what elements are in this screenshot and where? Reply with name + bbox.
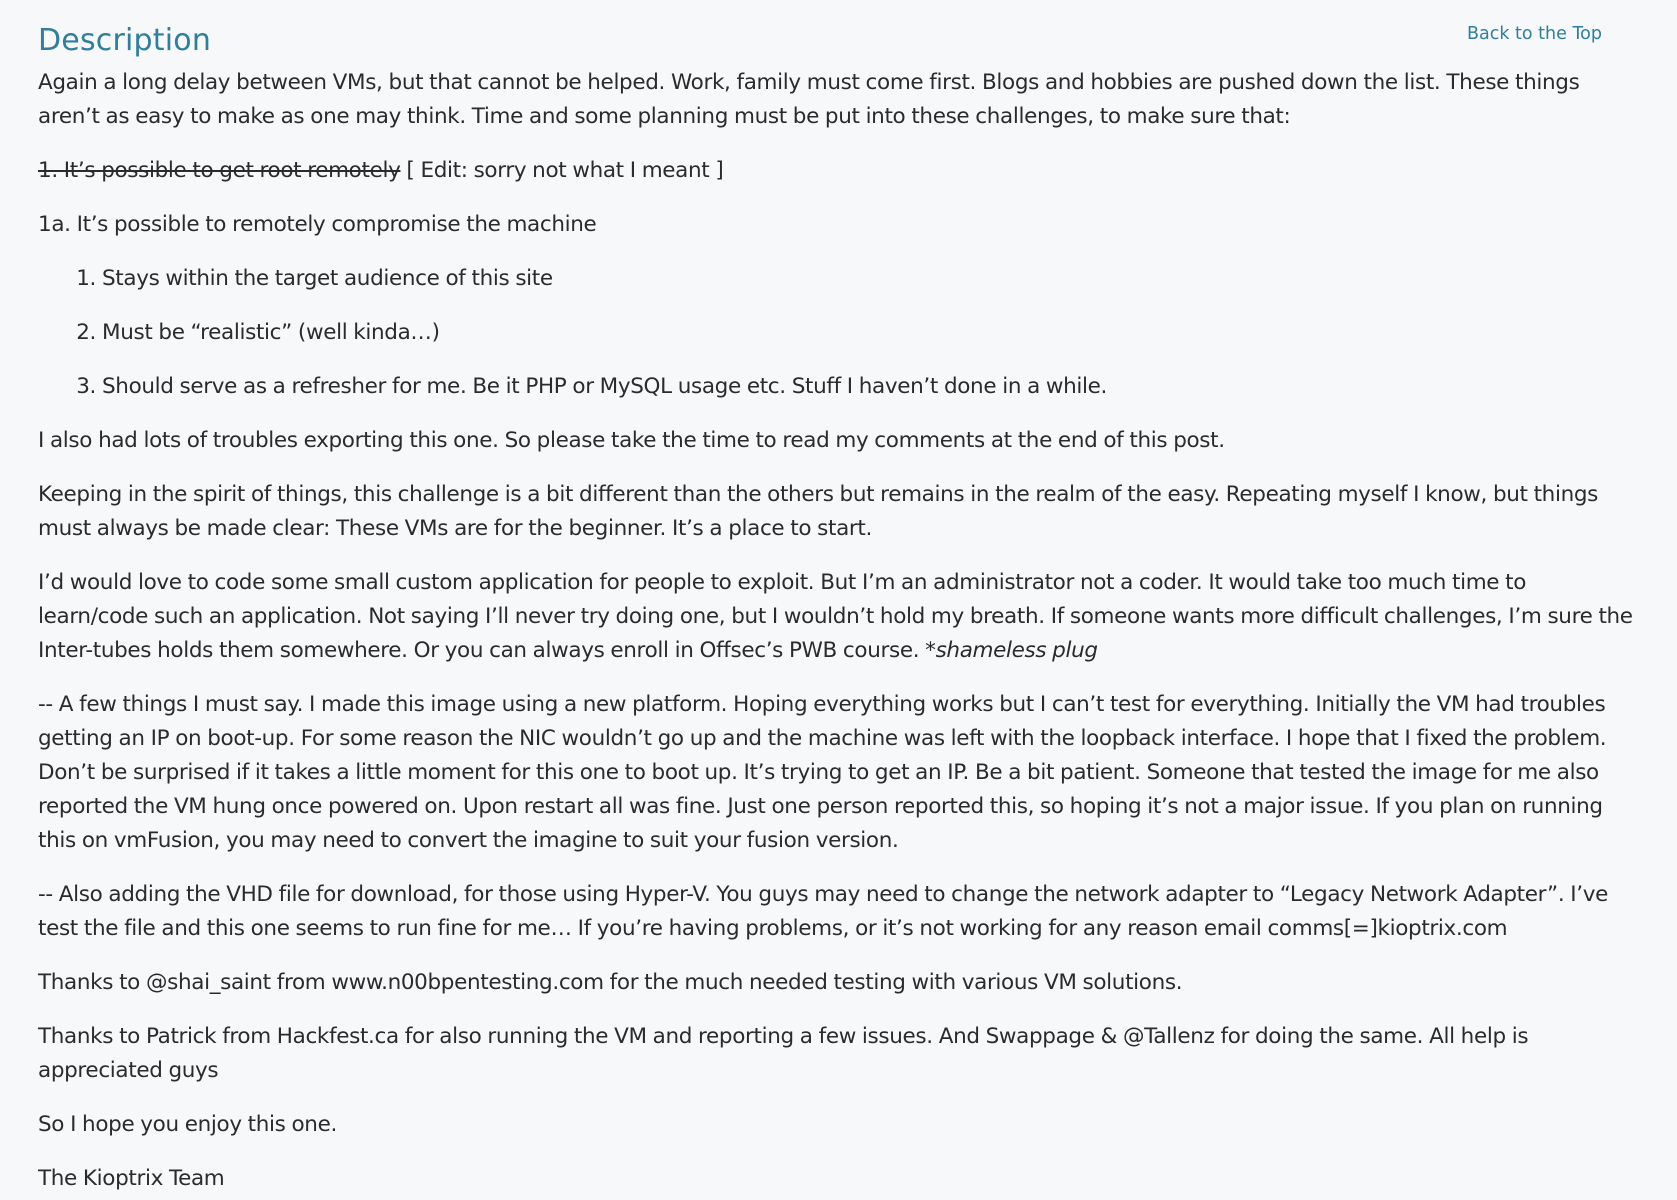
- description-section: Description Back to the Top Again a long…: [0, 0, 1677, 1200]
- intro-paragraph: Again a long delay between VMs, but that…: [38, 70, 1580, 129]
- list-item: Must be “realistic” (well kinda…): [102, 316, 1639, 350]
- code-paragraph-text: I’d would love to code some small custom…: [38, 570, 1633, 663]
- list-item: Should serve as a refresher for me. Be i…: [102, 370, 1639, 404]
- exporting-paragraph: I also had lots of troubles exporting th…: [38, 428, 1225, 453]
- thanks-patrick-paragraph: Thanks to Patrick from Hackfest.ca for a…: [38, 1024, 1529, 1083]
- item-1a: 1a. It’s possible to remotely compromise…: [38, 212, 597, 237]
- thanks-shai-paragraph: Thanks to @shai_saint from www.n00bpente…: [38, 970, 1183, 995]
- section-title: Description: [38, 23, 212, 58]
- struck-item-paragraph: 1. It’s possible to get root remotely [ …: [38, 154, 1639, 188]
- enjoy-paragraph: So I hope you enjoy this one.: [38, 1112, 337, 1137]
- description-body: Again a long delay between VMs, but that…: [38, 66, 1639, 1196]
- struck-item-text: 1. It’s possible to get root remotely: [38, 158, 401, 183]
- spirit-paragraph: Keeping in the spirit of things, this ch…: [38, 482, 1598, 541]
- section-header: Description Back to the Top: [38, 18, 1639, 66]
- edit-note: [ Edit: sorry not what I meant ]: [400, 158, 724, 183]
- shameless-plug: *shameless plug: [925, 638, 1098, 663]
- goals-list: Stays within the target audience of this…: [38, 262, 1639, 404]
- back-to-top-link[interactable]: Back to the Top: [1467, 24, 1602, 44]
- vhd-paragraph: -- Also adding the VHD file for download…: [38, 882, 1609, 941]
- code-paragraph: I’d would love to code some small custom…: [38, 566, 1639, 668]
- signature: The Kioptrix Team: [38, 1166, 225, 1191]
- list-item: Stays within the target audience of this…: [102, 262, 1639, 296]
- platform-paragraph: -- A few things I must say. I made this …: [38, 692, 1607, 853]
